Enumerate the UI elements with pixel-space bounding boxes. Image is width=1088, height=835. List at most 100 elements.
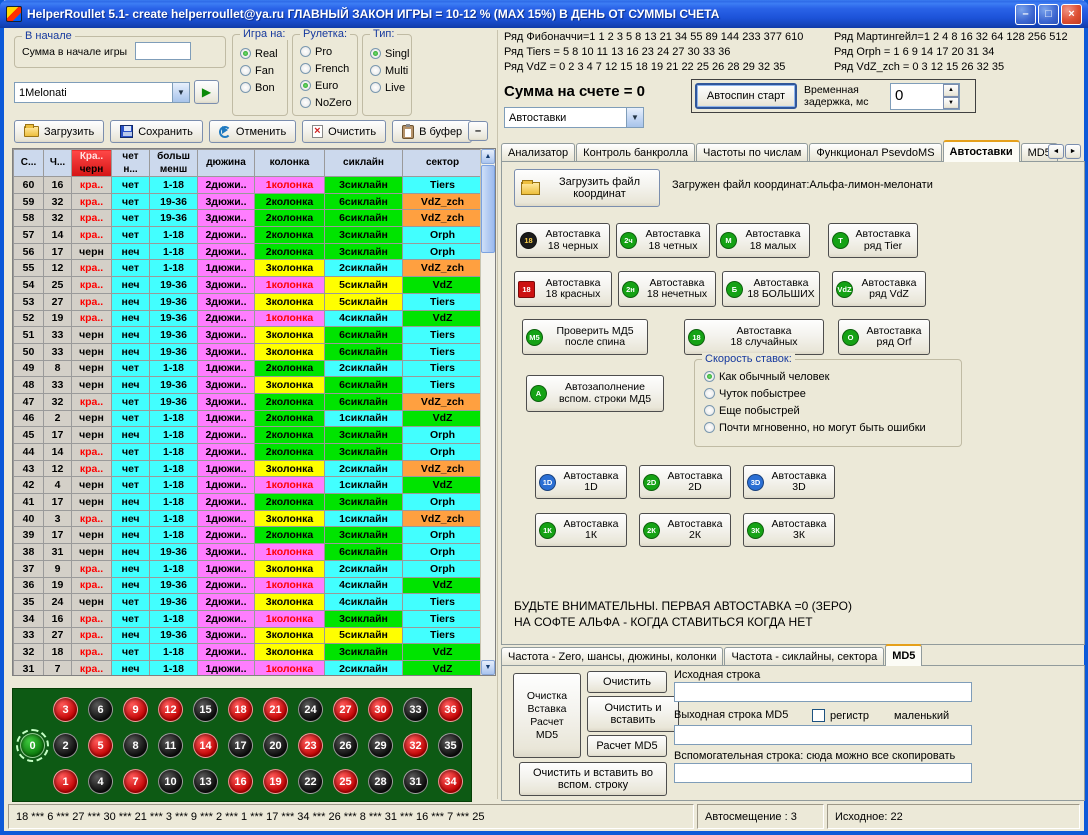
radio-option[interactable]: Singl — [363, 45, 411, 62]
column-header[interactable]: колонка — [255, 150, 325, 177]
table-row[interactable]: 3619кра..неч19-362дюжи..1колонка4сиклайн… — [14, 577, 483, 594]
tab-Частота - сиклайны, сектора[interactable]: Частота - сиклайны, сектора — [724, 647, 884, 666]
bet-button[interactable]: БАвтоставка18 БОЛЬШИХ — [722, 271, 820, 307]
close-button[interactable]: × — [1061, 4, 1082, 25]
table-row[interactable]: 403кра..неч1-181дюжи..3колонка1сиклайнVd… — [14, 510, 483, 527]
table-row[interactable]: 4517черннеч1-182дюжи..2колонка3сиклайнOr… — [14, 427, 483, 444]
column-header[interactable]: Ч... — [44, 150, 72, 177]
bet-button[interactable]: 18Автоставка18 черных — [516, 223, 610, 258]
column-header[interactable]: Кра..черн — [72, 150, 112, 177]
tab-MD5[interactable]: MD5 — [885, 644, 922, 666]
table-row[interactable]: 3524чернчет19-362дюжи..3колонка4сиклайнT… — [14, 594, 483, 611]
table-scrollbar[interactable]: ▲ ▼ — [480, 149, 495, 675]
bet-button[interactable]: ТАвтоставкаряд Tier — [828, 223, 918, 258]
output-string-input[interactable] — [674, 725, 972, 745]
bet-button[interactable]: МАвтоставка18 малых — [716, 223, 810, 258]
table-row[interactable]: 5512кра..чет1-181дюжи..3колонка2сиклайнV… — [14, 260, 483, 277]
table-row[interactable]: 5617черннеч1-182дюжи..2колонка3сиклайнOr… — [14, 243, 483, 260]
table-row[interactable]: 5133черннеч19-363дюжи..3колонка6сиклайнT… — [14, 327, 483, 344]
table-row[interactable]: 498чернчет1-181дюжи..2колонка2сиклайнTie… — [14, 360, 483, 377]
column-header[interactable]: сектор — [403, 150, 483, 177]
table-row[interactable]: 5832кра..чет19-363дюжи..2колонка6сиклайн… — [14, 210, 483, 227]
table-row[interactable]: 4312кра..чет1-181дюжи..3колонка2сиклайнV… — [14, 460, 483, 477]
radio-option[interactable]: Почти мгновенно, но могут быть ошибки — [697, 419, 961, 436]
save-button[interactable]: Сохранить — [110, 120, 203, 143]
tab-Автоставки[interactable]: Автоставки — [943, 140, 1020, 162]
tab-Функционал PsevdoMS[interactable]: Функционал PsevdoMS — [809, 143, 941, 162]
radio-option[interactable]: Чуток побыстрее — [697, 385, 961, 402]
load-button[interactable]: Загрузить — [14, 120, 104, 143]
board-number-24[interactable]: 24 — [298, 697, 323, 722]
radio-option[interactable]: Pro — [293, 43, 357, 60]
table-row[interactable]: 6016кра..чет1-182дюжи..1колонка3сиклайнT… — [14, 177, 483, 194]
load-coords-button[interactable]: Загрузить файл координат — [514, 169, 660, 207]
table-row[interactable]: 3218кра..чет1-182дюжи..3колонка3сиклайнV… — [14, 644, 483, 661]
tab-Частота - Zero, шансы, дюжины, колонки[interactable]: Частота - Zero, шансы, дюжины, колонки — [501, 647, 723, 666]
board-number-16[interactable]: 16 — [228, 769, 253, 794]
radio-option[interactable]: Fan — [233, 62, 287, 79]
board-number-20[interactable]: 20 — [263, 733, 288, 758]
md5-clear-paste-button[interactable]: Очистить и вставить — [587, 696, 679, 732]
board-number-4[interactable]: 4 — [88, 769, 113, 794]
table-row[interactable]: 5425кра..неч19-363дюжи..1колонка5сиклайн… — [14, 277, 483, 294]
tab-Анализатор[interactable]: Анализатор — [501, 143, 575, 162]
md5-clear-paste-aux-button[interactable]: Очистить и вставить во вспом. строку — [519, 762, 667, 796]
column-header[interactable]: большменш — [150, 150, 198, 177]
board-number-28[interactable]: 28 — [368, 769, 393, 794]
table-row[interactable]: 4414кра..чет1-182дюжи..2колонка3сиклайнO… — [14, 444, 483, 461]
board-number-31[interactable]: 31 — [403, 769, 428, 794]
column-header[interactable]: сиклайн — [325, 150, 403, 177]
table-row[interactable]: 379кра..неч1-181дюжи..3колонка2сиклайнOr… — [14, 560, 483, 577]
board-number-15[interactable]: 15 — [193, 697, 218, 722]
bet-button[interactable]: 1КАвтоставка1К — [535, 513, 627, 547]
md5-clear-button[interactable]: Очистить — [587, 671, 667, 693]
chevron-down-icon[interactable]: ▼ — [626, 108, 643, 127]
radio-option[interactable]: Как обычный человек — [697, 368, 961, 385]
bet-button[interactable]: М5Проверить МД5после спина — [522, 319, 648, 355]
tab-Частоты по числам[interactable]: Частоты по числам — [696, 143, 808, 162]
table-row[interactable]: 4833черннеч19-363дюжи..3колонка6сиклайнT… — [14, 377, 483, 394]
table-row[interactable]: 4732кра..чет19-363дюжи..2колонка6сиклайн… — [14, 393, 483, 410]
start-sum-input[interactable] — [135, 42, 191, 60]
table-row[interactable]: 5932кра..чет19-363дюжи..2колонка6сиклайн… — [14, 193, 483, 210]
bet-button[interactable]: 18Автоставка18 красных — [514, 271, 612, 307]
board-number-25[interactable]: 25 — [333, 769, 358, 794]
bet-button[interactable]: 3DАвтоставка3D — [743, 465, 835, 499]
board-number-10[interactable]: 10 — [158, 769, 183, 794]
board-number-23[interactable]: 23 — [298, 733, 323, 758]
board-number-14[interactable]: 14 — [193, 733, 218, 758]
column-header[interactable]: четн... — [112, 150, 150, 177]
board-number-35[interactable]: 35 — [438, 733, 463, 758]
board-number-13[interactable]: 13 — [193, 769, 218, 794]
radio-option[interactable]: French — [293, 60, 357, 77]
bet-button[interactable]: 3КАвтоставка3К — [743, 513, 835, 547]
spinner-down-icon[interactable]: ▼ — [943, 97, 959, 110]
radio-option[interactable]: Euro — [293, 77, 357, 94]
to-buffer-button[interactable]: В буфер — [392, 120, 472, 143]
table-row[interactable]: 424чернчет1-181дюжи..1колонка1сиклайнVdZ — [14, 477, 483, 494]
table-row[interactable]: 5219кра..неч19-362дюжи..1колонка4сиклайн… — [14, 310, 483, 327]
tabs-scroll-right-icon[interactable]: ► — [1065, 144, 1081, 159]
profile-select[interactable]: 1Melonati ▼ — [14, 82, 190, 103]
autospin-start-button[interactable]: Автоспин старт — [695, 83, 797, 109]
board-number-1[interactable]: 1 — [53, 769, 78, 794]
autobet-select[interactable]: Автоставки ▼ — [504, 107, 644, 128]
table-row[interactable]: 3831черннеч19-363дюжи..1колонка6сиклайнO… — [14, 544, 483, 561]
column-header[interactable]: дюжина — [198, 150, 255, 177]
board-number-22[interactable]: 22 — [298, 769, 323, 794]
bet-button[interactable]: 2DАвтоставка2D — [639, 465, 731, 499]
undo-button[interactable]: Отменить — [209, 120, 296, 143]
table-row[interactable]: 5714кра..чет1-182дюжи..2колонка3сиклайнO… — [14, 227, 483, 244]
radio-option[interactable]: Еще побыстрей — [697, 402, 961, 419]
board-number-11[interactable]: 11 — [158, 733, 183, 758]
board-number-26[interactable]: 26 — [333, 733, 358, 758]
chevron-down-icon[interactable]: ▼ — [172, 83, 189, 102]
radio-option[interactable]: Bon — [233, 79, 287, 96]
play-button[interactable]: ▶ — [194, 80, 219, 104]
board-number-32[interactable]: 32 — [403, 733, 428, 758]
autofill-md5-button[interactable]: А Автозаполнениевспом. строки МД5 — [526, 375, 664, 412]
minimize-button[interactable]: – — [1015, 4, 1036, 25]
board-number-5[interactable]: 5 — [88, 733, 113, 758]
delay-spinner[interactable]: 0 ▲ ▼ — [890, 83, 960, 110]
collapse-button[interactable]: – — [468, 121, 488, 141]
